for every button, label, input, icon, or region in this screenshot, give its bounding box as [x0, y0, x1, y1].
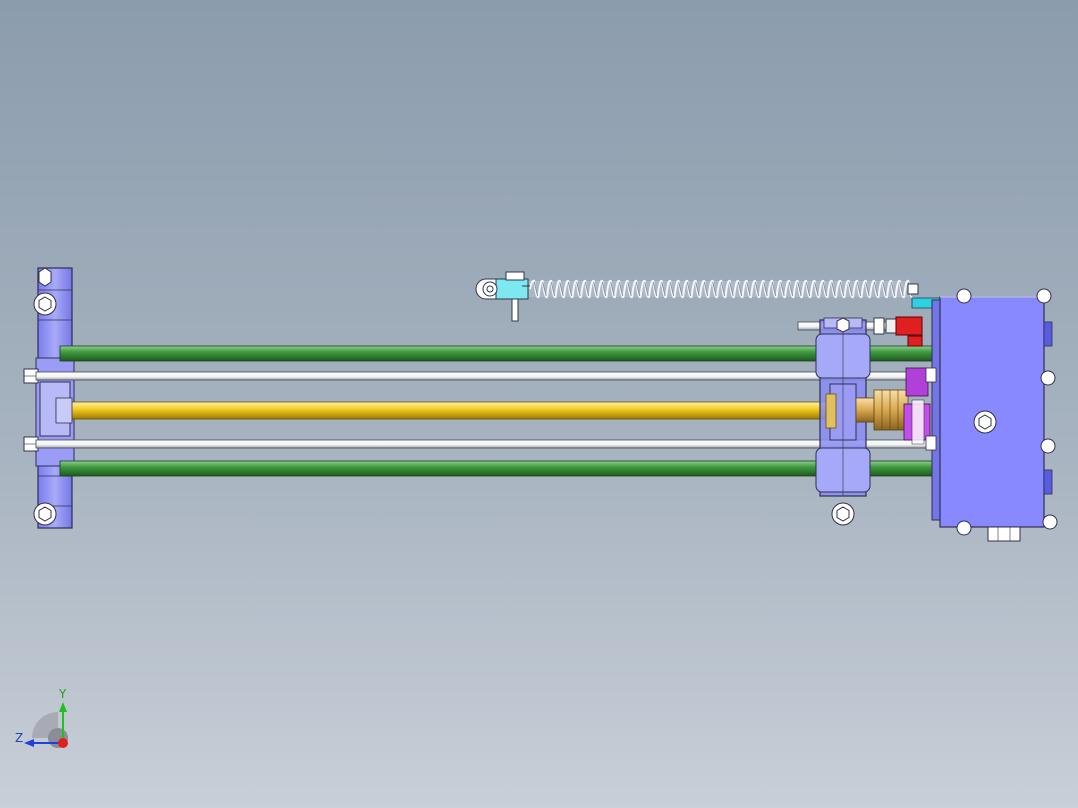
housing-bottom-fitting	[987, 526, 1021, 542]
limit-switch[interactable]	[873, 316, 923, 347]
screw-nut-flange	[825, 393, 837, 429]
z-axis-arrow	[24, 739, 34, 747]
cad-model[interactable]	[0, 0, 1078, 808]
y-axis-arrow	[59, 702, 67, 712]
guide-rod-bottom[interactable]	[59, 460, 936, 477]
tension-spring[interactable]	[528, 279, 914, 299]
housing-center-bolt	[973, 410, 997, 434]
bolt-head-carriage	[831, 502, 855, 526]
spring-clevis[interactable]	[475, 271, 530, 322]
orientation-triad[interactable]: Y Z	[10, 682, 80, 752]
guide-rod-top[interactable]	[59, 345, 936, 362]
x-axis-origin-dot	[58, 738, 68, 748]
cad-viewport[interactable]: Y Z	[0, 0, 1078, 808]
bolt-head-bottom-left	[33, 502, 57, 526]
tie-rod-top[interactable]	[35, 371, 937, 381]
z-axis-label: Z	[15, 731, 24, 745]
tie-rod-bottom[interactable]	[35, 439, 937, 449]
bolt-head-top-left	[33, 292, 57, 316]
y-axis-label: Y	[59, 687, 67, 701]
screw-bearing-left	[55, 397, 73, 424]
lead-screw[interactable]	[55, 401, 837, 420]
